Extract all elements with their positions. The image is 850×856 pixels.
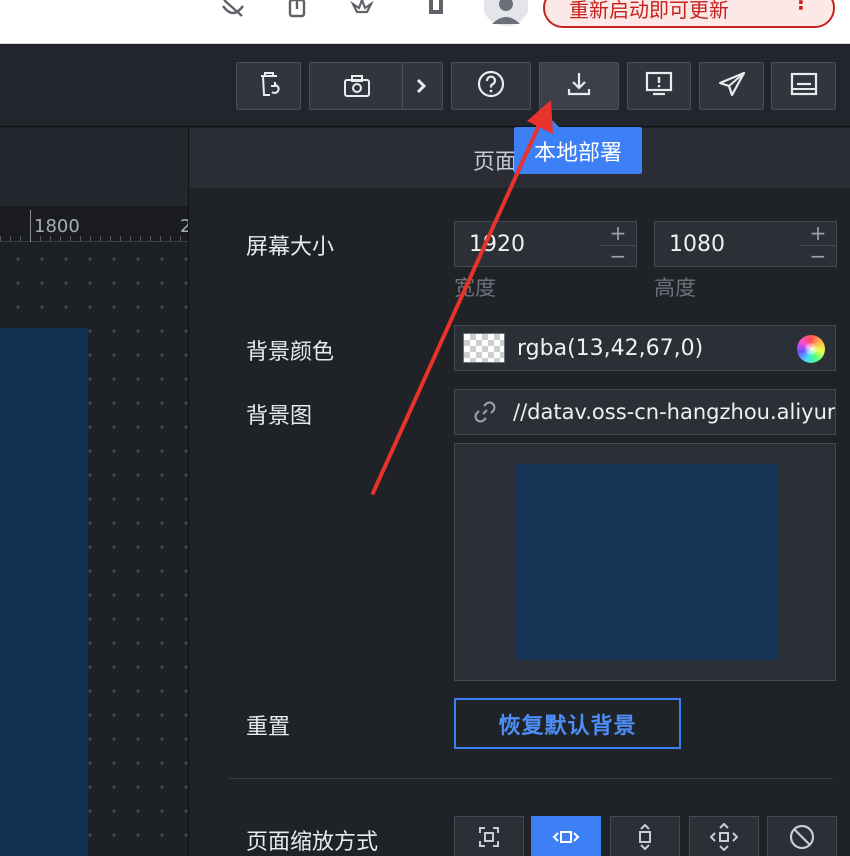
increment-icon[interactable]: +	[799, 223, 837, 243]
trash-refresh-icon	[255, 70, 283, 102]
fit-height-icon	[635, 823, 655, 855]
decrement-icon[interactable]: −	[599, 245, 637, 267]
help-button[interactable]	[451, 62, 531, 110]
scale-mode-label: 页面缩放方式	[246, 830, 379, 855]
bg-color-value: rgba(13,42,67,0)	[517, 335, 704, 361]
screen-width-stepper[interactable]: + −	[599, 221, 637, 267]
screen-size-label: 屏幕大小	[246, 235, 335, 260]
panel-icon	[789, 69, 819, 103]
bg-image-preview	[515, 464, 777, 660]
fit-full-icon	[477, 825, 501, 853]
screen-height-stepper[interactable]: + −	[799, 221, 837, 267]
scale-fit-height-button[interactable]	[610, 816, 680, 856]
link-icon	[473, 400, 497, 424]
local-deploy-button[interactable]	[539, 62, 619, 110]
menu-dots-icon[interactable]: ⋮	[791, 0, 811, 12]
help-circle-icon	[476, 69, 506, 103]
ruler-major-tick	[30, 210, 31, 242]
update-pill-button[interactable]: 重新启动即可更新 ⋮	[543, 0, 835, 28]
page-config-panel: 页面 屏幕大小 1920 + − 宽度 1080 + − 高度 背景颜色 rgb…	[188, 128, 850, 856]
scale-none-button[interactable]	[767, 816, 837, 856]
screen-preview-area[interactable]	[0, 328, 88, 856]
fit-width-icon	[552, 827, 580, 851]
section-divider	[229, 778, 833, 779]
local-deploy-tooltip: 本地部署	[514, 118, 642, 174]
bookmark-star-icon[interactable]	[347, 0, 377, 20]
screen-height-caption: 高度	[654, 276, 696, 300]
scale-fit-width-button[interactable]	[531, 816, 601, 856]
download-icon	[564, 69, 594, 103]
scale-fit-full-button[interactable]	[454, 816, 524, 856]
ruler-label: 1800	[34, 216, 80, 237]
preview-button[interactable]	[627, 62, 691, 110]
bg-color-input[interactable]: rgba(13,42,67,0)	[454, 325, 836, 371]
restore-default-bg-button[interactable]: 恢复默认背景	[454, 698, 681, 749]
bg-image-label: 背景图	[246, 404, 313, 429]
editor-toolbar	[0, 45, 850, 127]
screen-width-caption: 宽度	[454, 276, 496, 300]
profile-avatar-icon[interactable]	[484, 0, 528, 26]
recycle-bin-button[interactable]	[236, 62, 301, 110]
bg-color-label: 背景颜色	[246, 340, 335, 365]
no-scale-icon	[788, 823, 816, 855]
transparent-swatch[interactable]	[463, 333, 505, 363]
button-separator	[402, 63, 403, 109]
eye-off-icon[interactable]	[218, 0, 248, 20]
bg-image-url: //datav.oss-cn-hangzhou.aliyuncs.com	[513, 400, 835, 424]
monitor-alert-icon	[644, 69, 674, 103]
bg-image-dropzone[interactable]	[454, 443, 836, 681]
more-panel-button[interactable]	[771, 62, 836, 110]
scale-center-button[interactable]	[689, 816, 759, 856]
decrement-icon[interactable]: −	[799, 245, 837, 267]
publish-button[interactable]	[699, 62, 764, 110]
chevron-right-icon[interactable]	[414, 75, 428, 101]
fit-center-icon	[709, 822, 739, 855]
send-icon	[717, 69, 747, 103]
tab-page[interactable]: 页面	[473, 144, 517, 176]
reading-list-icon[interactable]	[421, 0, 451, 20]
share-icon[interactable]	[282, 0, 312, 20]
browser-toolbar: 重新启动即可更新 ⋮	[0, 0, 850, 44]
snapshot-button[interactable]	[309, 62, 443, 110]
screen-height-input[interactable]: 1080	[654, 221, 800, 267]
color-picker-icon[interactable]	[797, 335, 825, 363]
update-pill-label: 重新启动即可更新	[569, 0, 729, 22]
screen-width-input[interactable]: 1920	[454, 221, 600, 267]
camera-icon	[342, 73, 372, 103]
bg-image-url-input[interactable]: //datav.oss-cn-hangzhou.aliyuncs.com	[454, 389, 836, 435]
increment-icon[interactable]: +	[599, 223, 637, 243]
reset-label: 重置	[246, 715, 291, 740]
